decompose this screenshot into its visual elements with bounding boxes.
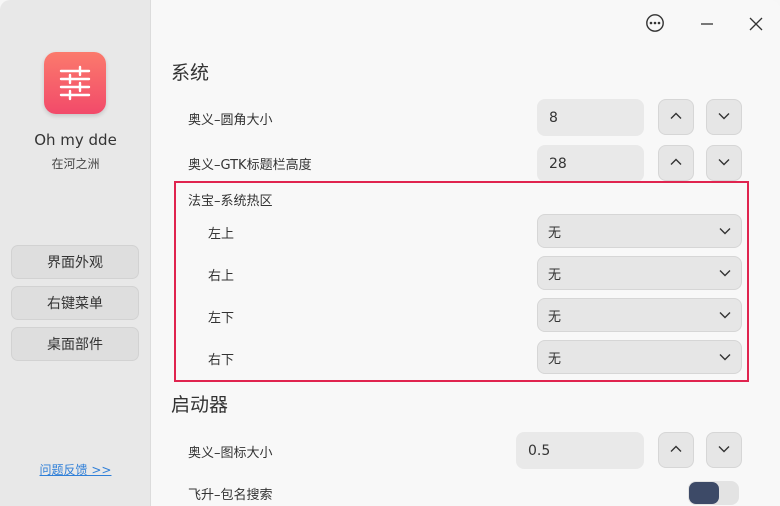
chevron-down-icon bbox=[718, 266, 732, 284]
section-title-launcher: 启动器 bbox=[171, 394, 229, 416]
hotzone-bottom-right-label: 右下 bbox=[208, 353, 235, 368]
chevron-down-icon bbox=[718, 350, 732, 368]
select-value: 无 bbox=[548, 351, 562, 367]
menu-button[interactable] bbox=[642, 12, 668, 38]
chevron-up-icon bbox=[669, 441, 683, 460]
corner-radius-increase-button[interactable] bbox=[658, 99, 694, 135]
chevron-down-icon bbox=[718, 308, 732, 326]
app-subtitle: 在河之洲 bbox=[51, 157, 100, 171]
gtk-titlebar-height-label: 奥义–GTK标题栏高度 bbox=[188, 158, 312, 173]
hotzone-bottom-left-label: 左下 bbox=[208, 311, 235, 326]
hotzone-top-right-select[interactable]: 无 bbox=[537, 256, 742, 290]
icon-size-label: 奥义–图标大小 bbox=[188, 446, 273, 461]
toggle-knob bbox=[689, 482, 719, 504]
gtk-height-decrease-button[interactable] bbox=[706, 145, 742, 181]
chevron-down-icon bbox=[717, 108, 731, 127]
minimize-button[interactable] bbox=[694, 12, 720, 38]
nav-button-appearance[interactable]: 界面外观 bbox=[11, 245, 139, 279]
app-name: Oh my dde bbox=[34, 131, 117, 149]
close-button[interactable] bbox=[743, 12, 769, 38]
icon-size-input[interactable]: 0.5 bbox=[516, 432, 644, 469]
hotzone-group-label: 法宝–系统热区 bbox=[188, 194, 273, 209]
select-value: 无 bbox=[548, 309, 562, 325]
nav-button-context-menu[interactable]: 右键菜单 bbox=[11, 286, 139, 320]
hotzone-top-left-label: 左上 bbox=[208, 227, 235, 242]
sidebar: Oh my dde 在河之洲 界面外观 右键菜单 桌面部件 问题反馈 >> bbox=[0, 0, 151, 506]
package-search-toggle[interactable] bbox=[688, 481, 739, 505]
ellipsis-circle-icon bbox=[645, 13, 665, 37]
app-logo-icon bbox=[44, 52, 106, 114]
app-window: Oh my dde 在河之洲 界面外观 右键菜单 桌面部件 问题反馈 >> 系统… bbox=[0, 0, 780, 506]
corner-radius-decrease-button[interactable] bbox=[706, 99, 742, 135]
chevron-up-icon bbox=[669, 154, 683, 173]
select-value: 无 bbox=[548, 267, 562, 283]
hotzone-bottom-left-select[interactable]: 无 bbox=[537, 298, 742, 332]
gtk-height-increase-button[interactable] bbox=[658, 145, 694, 181]
corner-radius-input[interactable]: 8 bbox=[537, 99, 644, 136]
chevron-down-icon bbox=[718, 224, 732, 242]
icon-size-decrease-button[interactable] bbox=[706, 432, 742, 468]
select-value: 无 bbox=[548, 225, 562, 241]
hotzone-top-left-select[interactable]: 无 bbox=[537, 214, 742, 248]
chevron-down-icon bbox=[717, 154, 731, 173]
gtk-titlebar-height-input[interactable]: 28 bbox=[537, 145, 644, 182]
package-search-label: 飞升–包名搜索 bbox=[188, 488, 273, 503]
minimize-icon bbox=[700, 16, 714, 35]
chevron-up-icon bbox=[669, 108, 683, 127]
nav-button-desktop-widgets[interactable]: 桌面部件 bbox=[11, 327, 139, 361]
section-title-system: 系统 bbox=[171, 62, 210, 84]
chevron-down-icon bbox=[717, 441, 731, 460]
corner-radius-label: 奥义–圆角大小 bbox=[188, 113, 273, 128]
hotzone-bottom-right-select[interactable]: 无 bbox=[537, 340, 742, 374]
icon-size-increase-button[interactable] bbox=[658, 432, 694, 468]
hotzone-top-right-label: 右上 bbox=[208, 269, 235, 284]
feedback-link[interactable]: 问题反馈 >> bbox=[0, 461, 151, 478]
close-icon bbox=[749, 16, 763, 35]
